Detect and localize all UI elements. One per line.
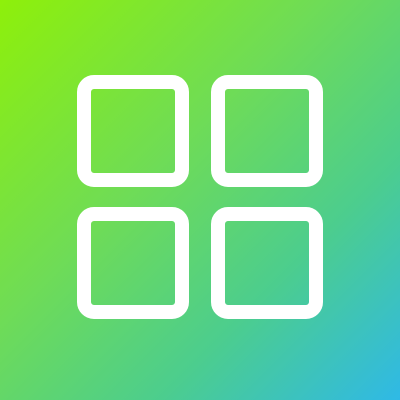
grid-icon: [77, 75, 323, 319]
grid-square-top-left: [77, 75, 189, 187]
grid-square-top-right: [211, 75, 323, 187]
grid-square-bottom-left: [77, 207, 189, 319]
grid-square-bottom-right: [211, 207, 323, 319]
app-icon[interactable]: [0, 0, 400, 400]
